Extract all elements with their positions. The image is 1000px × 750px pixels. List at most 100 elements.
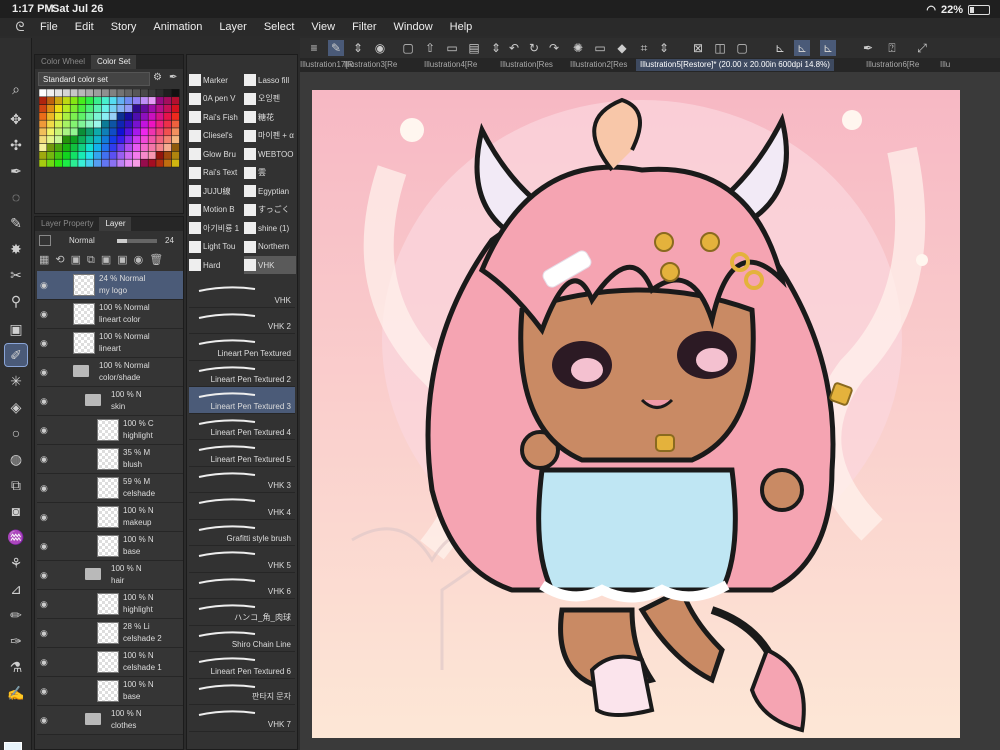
color-swatch[interactable]	[116, 104, 126, 113]
menu-help[interactable]: Help	[450, 21, 473, 33]
color-swatch[interactable]	[85, 127, 94, 137]
color-swatch[interactable]	[93, 158, 102, 168]
invert-icon[interactable]: ◫	[712, 40, 728, 56]
color-swatch[interactable]	[39, 119, 48, 129]
sub-tool-item[interactable]: Rai's Fish	[189, 108, 241, 126]
color-swatch[interactable]	[147, 135, 157, 144]
sub-tool-item[interactable]: Egyptian	[244, 182, 296, 200]
layer-row[interactable]: ◉ 100 % N makeup	[37, 503, 183, 532]
color-swatch[interactable]	[147, 104, 157, 113]
main-color-chip[interactable]	[4, 742, 22, 750]
visibility-eye-icon[interactable]: ◉	[40, 715, 48, 726]
color-swatch[interactable]	[46, 135, 55, 144]
color-swatch[interactable]	[39, 89, 48, 98]
layer-row[interactable]: ◉ 100 % N base	[37, 532, 183, 561]
color-swatch[interactable]	[147, 151, 157, 160]
color-swatch[interactable]	[171, 119, 180, 129]
correction-tool-icon[interactable]: ✍	[5, 682, 27, 704]
color-swatch[interactable]	[116, 127, 126, 137]
brush-tool-icon[interactable]: ✐	[4, 343, 28, 367]
canvas-area[interactable]	[300, 72, 1000, 750]
color-swatch[interactable]	[132, 158, 141, 168]
color-picker-icon[interactable]: ✒	[860, 40, 876, 56]
sub-tool-item[interactable]: VHK	[244, 256, 296, 274]
color-swatch[interactable]	[77, 89, 87, 98]
color-swatch[interactable]	[132, 112, 141, 121]
visibility-eye-icon[interactable]: ◉	[40, 483, 48, 494]
brush-item[interactable]: Shiro Chain Line	[189, 626, 295, 652]
color-swatch[interactable]	[39, 151, 48, 160]
color-swatch[interactable]	[140, 135, 149, 144]
document-tab[interactable]: Illu	[940, 60, 950, 69]
color-swatch[interactable]	[116, 89, 126, 98]
color-swatch[interactable]	[155, 112, 165, 121]
airbrush-tool-icon[interactable]: ⚗	[5, 656, 27, 678]
color-swatch[interactable]	[77, 112, 87, 121]
brush-item[interactable]: Lineart Pen Textured	[189, 334, 295, 361]
color-swatch[interactable]	[54, 104, 63, 113]
quick-access-icon[interactable]: ✎	[328, 40, 344, 56]
color-swatch[interactable]	[93, 135, 102, 144]
crop-icon[interactable]: ⌗	[636, 40, 652, 56]
visibility-eye-icon[interactable]: ◉	[40, 570, 48, 581]
color-swatch[interactable]	[101, 127, 110, 137]
color-swatch[interactable]	[69, 135, 79, 144]
color-swatch[interactable]	[108, 119, 118, 129]
menu-animation[interactable]: Animation	[153, 21, 202, 33]
layer-row[interactable]: ◉ 100 % Normal lineart color	[37, 300, 183, 329]
brush-item[interactable]: Lineart Pen Textured 5	[189, 440, 295, 467]
blend-tool-icon[interactable]: ⧉	[5, 474, 27, 496]
color-swatch[interactable]	[108, 151, 118, 160]
color-swatch[interactable]	[108, 104, 118, 113]
color-swatch[interactable]	[124, 104, 133, 113]
sub-tool-item[interactable]: Glow Bru	[189, 145, 241, 163]
color-swatch[interactable]	[171, 151, 180, 160]
color-swatch[interactable]	[93, 89, 102, 98]
color-swatch[interactable]	[62, 104, 71, 113]
tab-layer[interactable]: Layer	[99, 217, 132, 231]
ribbon-tool-icon[interactable]: ✂	[5, 264, 27, 286]
color-swatch[interactable]	[93, 104, 102, 113]
sub-tool-item[interactable]: すっごく	[244, 201, 296, 219]
visibility-eye-icon[interactable]: ◉	[40, 338, 48, 349]
color-swatch[interactable]	[93, 119, 102, 129]
magic-wand-icon[interactable]: ✸	[5, 238, 27, 260]
color-swatch[interactable]	[124, 151, 133, 160]
color-swatch[interactable]	[85, 135, 94, 144]
redo-icon[interactable]: ↻	[526, 40, 542, 56]
document-tab-active[interactable]: Illustration5[Restore]* (20.00 x 20.00in…	[636, 59, 834, 71]
ruler-tool-icon[interactable]: ⊿	[5, 578, 27, 600]
color-swatch[interactable]	[132, 119, 141, 129]
visibility-eye-icon[interactable]: ◉	[40, 657, 48, 668]
color-swatch[interactable]	[124, 112, 133, 121]
color-swatch[interactable]	[155, 143, 165, 152]
grid-snap-icon[interactable]: ⊾	[820, 40, 836, 56]
zoom-tool-icon[interactable]: ⌕	[5, 78, 27, 100]
grass-brush-icon[interactable]: ✳	[5, 370, 27, 392]
illustration-canvas[interactable]	[312, 90, 960, 738]
color-swatch[interactable]	[77, 135, 87, 144]
sub-tool-item[interactable]: Hard	[189, 256, 241, 274]
color-swatch[interactable]	[39, 104, 48, 113]
brush-item[interactable]: Lineart Pen Textured 6	[189, 652, 295, 679]
color-swatch[interactable]	[147, 158, 157, 168]
opacity-slider[interactable]	[117, 239, 157, 243]
color-swatch[interactable]	[69, 89, 79, 98]
color-swatch[interactable]	[171, 158, 180, 168]
color-swatch[interactable]	[116, 143, 126, 152]
color-swatch[interactable]	[147, 112, 157, 121]
print-icon[interactable]: ▤	[466, 40, 482, 56]
color-swatch[interactable]	[54, 119, 63, 129]
move-tool-icon[interactable]: ✣	[5, 134, 27, 156]
new-file-icon[interactable]: ▢	[400, 40, 416, 56]
fullscreen-icon[interactable]: ⤢	[914, 40, 930, 56]
color-swatch[interactable]	[124, 96, 133, 105]
redo2-icon[interactable]: ↷	[546, 40, 562, 56]
document-tab[interactable]: Illustration4[Re	[424, 60, 477, 69]
color-swatch[interactable]	[163, 96, 172, 105]
color-swatch[interactable]	[46, 158, 55, 168]
color-swatch[interactable]	[108, 96, 118, 105]
brush-item[interactable]: VHK 3	[189, 467, 295, 493]
color-swatch[interactable]	[132, 104, 141, 113]
color-swatch[interactable]	[132, 151, 141, 160]
